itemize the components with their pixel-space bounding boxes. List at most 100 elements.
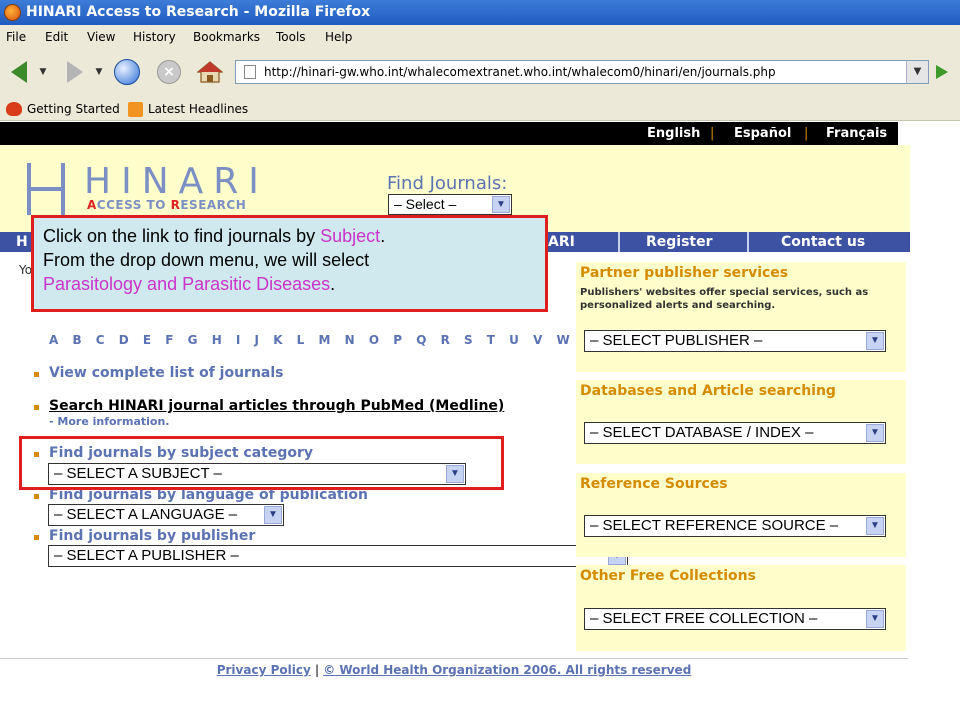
lang-francais[interactable]: Français bbox=[826, 126, 887, 141]
lang-espanol[interactable]: Español bbox=[734, 126, 791, 141]
stop-button[interactable]: × bbox=[154, 57, 184, 87]
panel-title: Databases and Article searching bbox=[580, 383, 836, 399]
select-value: – SELECT REFERENCE SOURCE – bbox=[590, 517, 839, 534]
address-bar[interactable]: http://hinari-gw.who.int/whalecomextrane… bbox=[235, 60, 929, 84]
alphabet-index[interactable]: A B C D E F G H I J K L M N O P Q R S T … bbox=[49, 333, 644, 347]
bookmark-label: Latest Headlines bbox=[148, 102, 249, 116]
bookmark-label: Getting Started bbox=[27, 102, 120, 116]
forward-arrow-icon bbox=[67, 61, 83, 83]
back-arrow-icon bbox=[11, 61, 27, 83]
back-button[interactable] bbox=[4, 57, 34, 87]
bookmark-getting-started[interactable]: Getting Started bbox=[6, 97, 120, 121]
menu-help[interactable]: Help bbox=[325, 25, 352, 49]
lang-separator: | bbox=[804, 126, 809, 141]
logo-title: HINARI bbox=[84, 161, 269, 202]
chevron-down-icon: ▼ bbox=[492, 196, 510, 213]
more-information-link[interactable]: - More information. bbox=[49, 415, 169, 428]
bullet bbox=[34, 372, 39, 377]
chevron-down-icon: ▼ bbox=[39, 67, 47, 77]
databases-panel: Databases and Article searching – SELECT… bbox=[576, 380, 906, 464]
bookmarks-toolbar: Getting Started Latest Headlines bbox=[0, 97, 960, 121]
lang-english[interactable]: English bbox=[647, 126, 700, 141]
select-value: – Select – bbox=[394, 196, 457, 212]
chevron-down-icon: ▼ bbox=[913, 66, 922, 77]
select-value: – SELECT FREE COLLECTION – bbox=[590, 610, 818, 627]
pubmed-search-link[interactable]: Search HINARI journal articles through P… bbox=[49, 398, 504, 414]
menu-bar: File Edit View History Bookmarks Tools H… bbox=[0, 25, 960, 49]
free-collection-select[interactable]: – SELECT FREE COLLECTION – ▼ bbox=[584, 608, 886, 630]
window-title: HINARI Access to Research - Mozilla Fire… bbox=[26, 4, 371, 20]
firefox-logo-icon bbox=[4, 4, 21, 21]
find-journals-label: Find Journals: bbox=[387, 173, 508, 194]
footer-separator: | bbox=[314, 663, 319, 677]
address-url: http://hinari-gw.who.int/whalecomextrane… bbox=[264, 65, 776, 79]
logo-subtitle: ACCESS TO RESEARCH bbox=[87, 198, 247, 212]
nav-about[interactable]: ARI bbox=[548, 234, 575, 250]
view-all-journals-link[interactable]: View complete list of journals bbox=[49, 365, 284, 381]
reload-icon bbox=[114, 59, 140, 85]
menu-edit[interactable]: Edit bbox=[45, 25, 68, 49]
publisher-label: Find journals by publisher bbox=[49, 528, 256, 544]
find-journals-select[interactable]: – Select – ▼ bbox=[388, 194, 512, 215]
reload-button[interactable] bbox=[112, 57, 142, 87]
home-button[interactable] bbox=[194, 57, 226, 87]
chevron-down-icon: ▼ bbox=[866, 332, 884, 350]
go-arrow-icon bbox=[936, 65, 948, 79]
window-titlebar: HINARI Access to Research - Mozilla Fire… bbox=[0, 0, 960, 25]
bookmark-latest-headlines[interactable]: Latest Headlines bbox=[128, 97, 248, 121]
bullet bbox=[34, 535, 39, 540]
forward-button[interactable] bbox=[60, 57, 90, 87]
partner-services-panel: Partner publisher services Publishers' w… bbox=[576, 262, 906, 372]
menu-tools[interactable]: Tools bbox=[276, 25, 306, 49]
language-bar: English | Español | Français bbox=[0, 122, 898, 145]
hinari-logo-mark bbox=[24, 163, 68, 215]
nav-contact[interactable]: Contact us bbox=[781, 234, 865, 250]
lang-separator: | bbox=[710, 126, 715, 141]
reference-sources-panel: Reference Sources – SELECT REFERENCE SOU… bbox=[576, 473, 906, 557]
database-select[interactable]: – SELECT DATABASE / INDEX – ▼ bbox=[584, 422, 886, 444]
footer: Privacy Policy | © World Health Organiza… bbox=[0, 663, 908, 677]
menu-history[interactable]: History bbox=[133, 25, 176, 49]
back-history-dropdown[interactable]: ▼ bbox=[36, 57, 50, 87]
subject-highlight-box bbox=[19, 436, 504, 490]
chevron-down-icon: ▼ bbox=[264, 506, 282, 524]
publisher-services-select[interactable]: – SELECT PUBLISHER – ▼ bbox=[584, 330, 886, 352]
home-icon bbox=[197, 61, 223, 83]
bullet bbox=[34, 494, 39, 499]
language-select[interactable]: – SELECT A LANGUAGE – ▼ bbox=[48, 504, 284, 526]
copyright-link[interactable]: © World Health Organization 2006. All ri… bbox=[323, 663, 691, 677]
chevron-down-icon: ▼ bbox=[866, 517, 884, 535]
menu-bookmarks[interactable]: Bookmarks bbox=[193, 25, 260, 49]
nav-divider bbox=[747, 232, 749, 252]
stop-icon: × bbox=[157, 60, 181, 84]
bullet bbox=[34, 405, 39, 410]
publisher-select[interactable]: – SELECT A PUBLISHER – ▼ bbox=[48, 545, 628, 567]
footer-divider bbox=[0, 658, 908, 659]
rss-feed-icon bbox=[128, 101, 143, 117]
select-value: – SELECT DATABASE / INDEX – bbox=[590, 424, 814, 441]
forward-history-dropdown[interactable]: ▼ bbox=[92, 57, 106, 87]
go-button[interactable] bbox=[931, 61, 953, 83]
nav-register[interactable]: Register bbox=[646, 234, 713, 250]
menu-view[interactable]: View bbox=[87, 25, 115, 49]
nav-divider bbox=[618, 232, 620, 252]
instruction-callout: Click on the link to find journals by Su… bbox=[31, 215, 548, 312]
page-icon bbox=[244, 65, 256, 79]
select-value: – SELECT PUBLISHER – bbox=[590, 332, 763, 349]
select-value: – SELECT A PUBLISHER – bbox=[54, 547, 239, 564]
panel-title: Other Free Collections bbox=[580, 568, 756, 584]
page-margin bbox=[910, 122, 960, 720]
nav-home[interactable]: H bbox=[16, 234, 28, 250]
firefox-bookmark-icon bbox=[6, 102, 22, 116]
panel-title: Partner publisher services bbox=[580, 265, 789, 281]
reference-source-select[interactable]: – SELECT REFERENCE SOURCE – ▼ bbox=[584, 515, 886, 537]
free-collections-panel: Other Free Collections – SELECT FREE COL… bbox=[576, 565, 906, 651]
menu-file[interactable]: File bbox=[6, 25, 26, 49]
chevron-down-icon: ▼ bbox=[866, 424, 884, 442]
privacy-policy-link[interactable]: Privacy Policy bbox=[217, 663, 311, 677]
panel-title: Reference Sources bbox=[580, 476, 728, 492]
select-value: – SELECT A LANGUAGE – bbox=[54, 506, 238, 523]
chevron-down-icon: ▼ bbox=[95, 67, 103, 77]
address-dropdown-button[interactable]: ▼ bbox=[906, 61, 928, 83]
panel-description: Publishers' websites offer special servi… bbox=[580, 287, 869, 311]
